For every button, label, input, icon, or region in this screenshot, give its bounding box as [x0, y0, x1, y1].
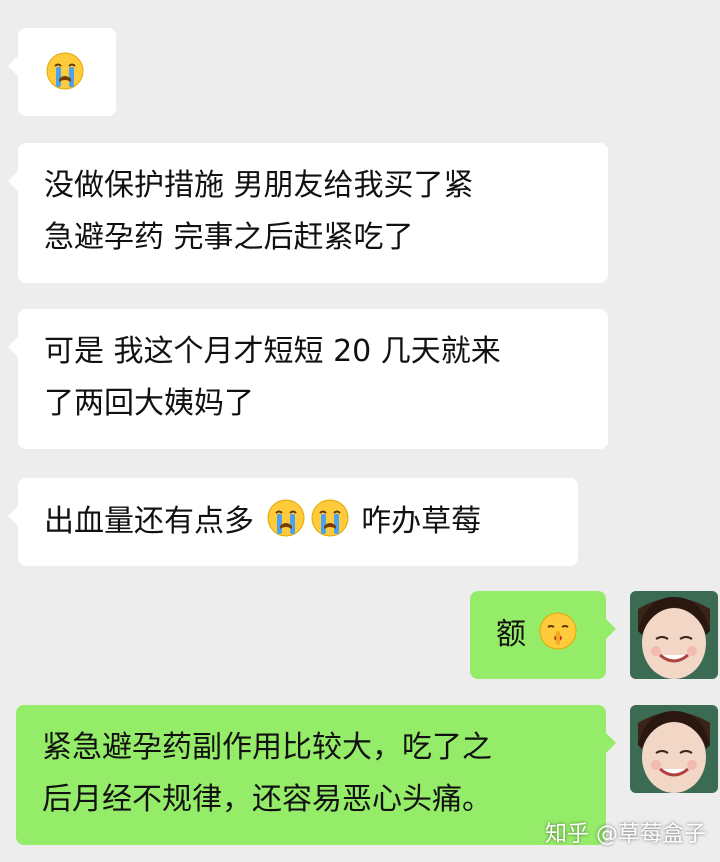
message-bubble-received[interactable]: [8, 28, 116, 116]
message-bubble-received[interactable]: 可是 我这个月才短短 20 几天就来 了两回大姨妈了: [8, 309, 608, 449]
message-text: 没做保护措施 男朋友给我买了紧: [44, 168, 474, 203]
message-text: 急避孕药 完事之后赶紧吃了: [44, 220, 414, 255]
message-text: 后月经不规律，还容易恶心头痛。: [42, 782, 492, 817]
message-text: 出血量还有点多: [44, 504, 254, 539]
message-text: 了两回大姨妈了: [44, 386, 254, 421]
message-text: 可是 我这个月才短短 20 几天就来: [44, 334, 501, 369]
shushing-face-icon: [539, 612, 577, 650]
message-bubble-sent[interactable]: 紧急避孕药副作用比较大，吃了之 后月经不规律，还容易恶心头痛。: [16, 705, 616, 845]
crying-face-icon: [311, 499, 349, 537]
watermark: 知乎 @草莓盒子: [545, 822, 706, 847]
message-text: 额: [496, 617, 526, 652]
crying-face-icon: [46, 52, 84, 90]
avatar[interactable]: [630, 705, 718, 793]
message-bubble-received[interactable]: 出血量还有点多 咋办草莓: [8, 478, 578, 566]
message-bubble-sent[interactable]: 额: [470, 591, 616, 679]
message-text: 咋办草莓: [361, 504, 482, 539]
chat-area: 没做保护措施 男朋友给我买了紧 急避孕药 完事之后赶紧吃了 可是 我这个月才短短…: [0, 0, 720, 862]
crying-face-icon: [267, 499, 305, 537]
avatar-photo-icon: [630, 705, 718, 793]
message-text: 紧急避孕药副作用比较大，吃了之: [42, 730, 492, 765]
avatar-photo-icon: [630, 591, 718, 679]
message-bubble-received[interactable]: 没做保护措施 男朋友给我买了紧 急避孕药 完事之后赶紧吃了: [8, 143, 608, 283]
avatar[interactable]: [630, 591, 718, 679]
